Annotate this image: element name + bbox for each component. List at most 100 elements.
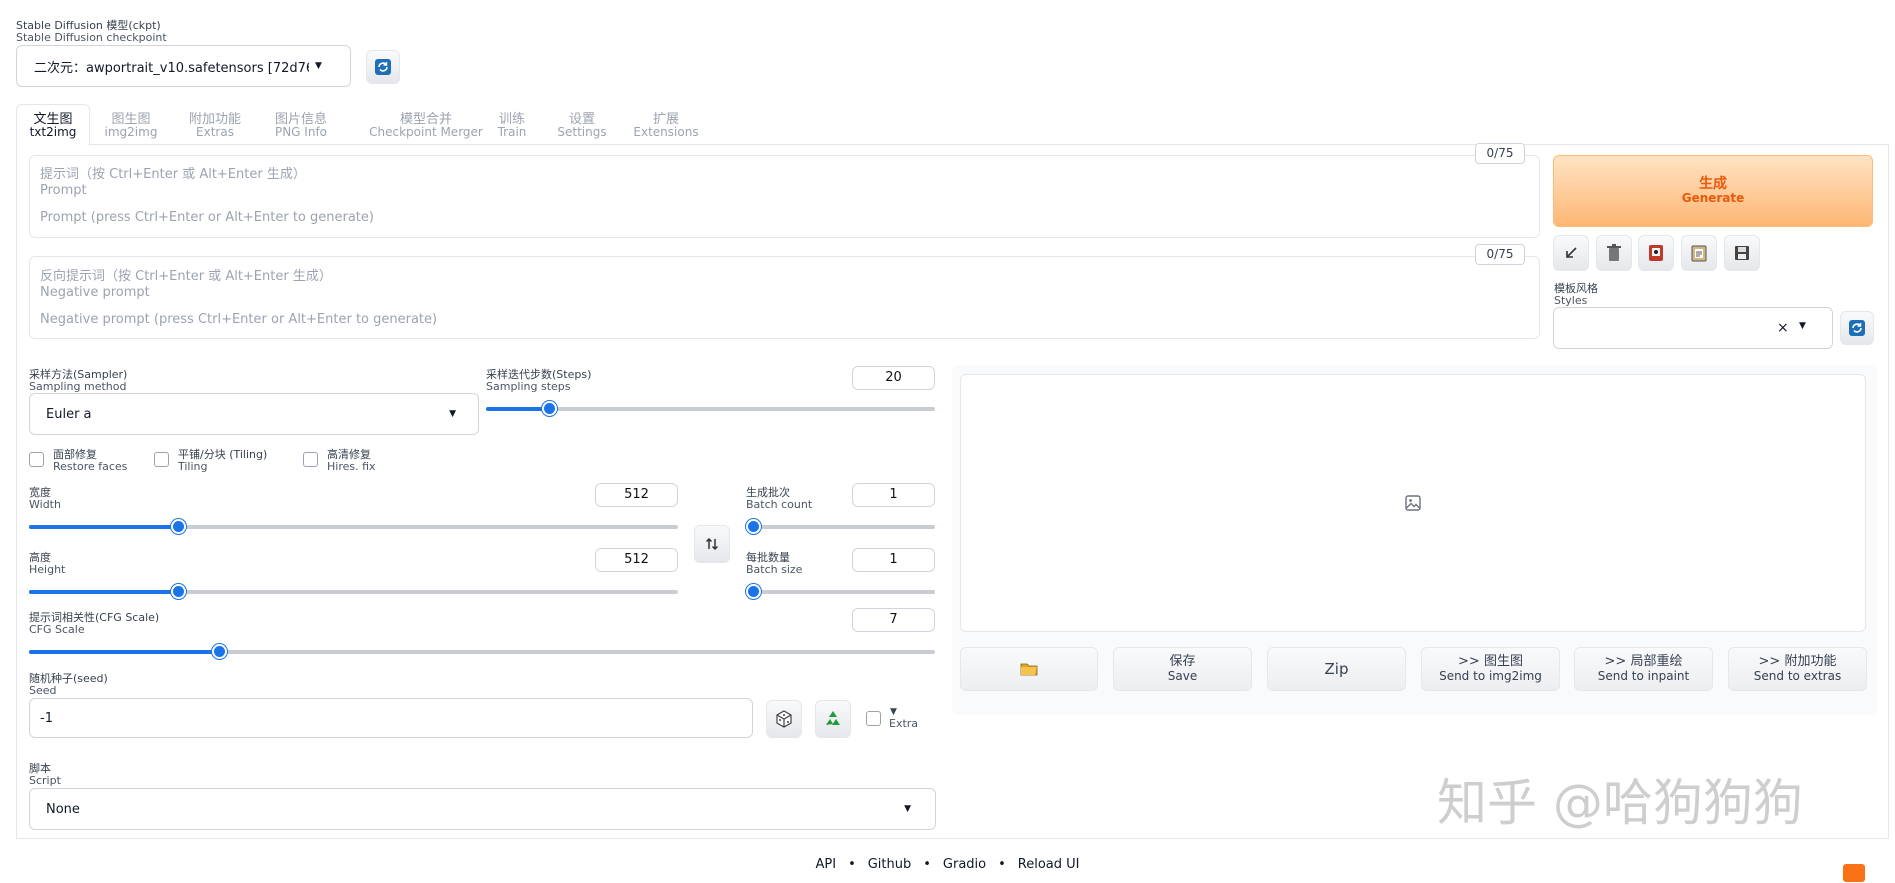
cfg-label: 提示词相关性(CFG Scale) CFG Scale	[29, 612, 159, 636]
reuse-seed-button[interactable]	[815, 700, 851, 738]
tiling-checkbox[interactable]	[154, 452, 169, 467]
send-to-img2img-button[interactable]: >> 图生图 Send to img2img	[1421, 647, 1560, 691]
steps-number-input[interactable]: 20	[852, 366, 935, 390]
tab-sub: img2img	[104, 125, 158, 139]
output-gallery[interactable]	[960, 374, 1866, 632]
width-label: 宽度 Width	[29, 487, 61, 511]
tab-extensions[interactable]: 扩展 Extensions	[630, 113, 702, 139]
slider-thumb[interactable]	[171, 519, 186, 534]
tab-extras[interactable]: 附加功能 Extras	[180, 113, 250, 139]
slider-fill	[486, 407, 549, 411]
panel-bottom-border	[16, 838, 1889, 839]
seed-label: 随机种子(seed) Seed	[29, 673, 108, 697]
button-label: 保存	[1169, 654, 1196, 669]
script-value: None	[46, 801, 80, 817]
footer-link-gradio[interactable]: Gradio	[943, 857, 986, 872]
styles-select[interactable]: × ▼	[1553, 307, 1833, 349]
slider-fill	[29, 650, 219, 654]
slider-thumb[interactable]	[212, 644, 227, 659]
checkpoint-sublabel: Stable Diffusion checkpoint	[16, 31, 167, 44]
zip-button[interactable]: Zip	[1267, 647, 1406, 691]
tab-sub: txt2img	[29, 125, 77, 139]
seed-sublabel: Seed	[29, 684, 57, 697]
slider-fill	[29, 525, 178, 529]
slider-thumb[interactable]	[746, 584, 761, 599]
footer-link-github[interactable]: Github	[868, 857, 912, 872]
tab-divider	[89, 144, 1889, 145]
cfg-number-input[interactable]: 7	[852, 608, 935, 632]
prompt-placeholder-title: 提示词（按 Ctrl+Enter 或 Alt+Enter 生成） Prompt	[40, 167, 306, 199]
width-slider[interactable]	[29, 519, 678, 534]
checkbox-sublabel: Restore faces	[53, 460, 128, 473]
clear-icon[interactable]: ×	[1777, 320, 1789, 336]
cfg-sublabel: CFG Scale	[29, 623, 85, 636]
save-style-button[interactable]	[1724, 235, 1760, 271]
tab-settings[interactable]: 设置 Settings	[555, 113, 609, 139]
restore-faces-checkbox[interactable]	[29, 452, 44, 467]
footer-separator: •	[923, 857, 931, 872]
generate-sublabel: Generate	[1681, 191, 1745, 205]
checkbox-sublabel: Tiling	[178, 460, 208, 473]
card-icon	[1649, 245, 1663, 261]
batch-size-sublabel: Batch size	[746, 563, 803, 576]
height-number-input[interactable]: 512	[595, 548, 678, 572]
refresh-checkpoint-button[interactable]	[366, 50, 400, 84]
sampler-value: Euler a	[46, 406, 92, 422]
prompt-subtitle: Prompt	[40, 183, 87, 198]
seed-input[interactable]: -1	[29, 698, 753, 738]
random-seed-button[interactable]	[766, 700, 802, 738]
panel-left-border	[16, 144, 17, 839]
height-slider[interactable]	[29, 584, 678, 599]
generate-label: 生成	[1699, 176, 1727, 192]
refresh-styles-button[interactable]	[1840, 311, 1874, 345]
button-sublabel: Send to img2img	[1439, 669, 1542, 683]
arrow-down-left-icon	[1566, 247, 1577, 258]
show-extra-networks-button[interactable]	[1638, 235, 1674, 271]
steps-slider[interactable]	[486, 401, 935, 416]
negative-subtitle: Negative prompt	[40, 285, 150, 300]
checkpoint-value: 二次元：awportrait_v10.safetensors [72d764a6	[34, 60, 309, 76]
width-number-input[interactable]: 512	[595, 483, 678, 507]
footer-link-reload-ui[interactable]: Reload UI	[1018, 857, 1080, 872]
clear-prompt-button[interactable]	[1596, 235, 1632, 271]
extra-label-text: Extra	[889, 717, 919, 730]
tab-checkpoint-merger[interactable]: 模型合并 Checkpoint Merger	[356, 113, 496, 139]
tab-img2img[interactable]: 图生图 img2img	[100, 113, 162, 139]
slider-thumb[interactable]	[746, 519, 761, 534]
trash-icon	[1607, 244, 1621, 261]
hires-fix-checkbox[interactable]	[303, 452, 318, 467]
footer-link-api[interactable]: API	[815, 857, 836, 872]
tab-label-txt2img[interactable]: 文生图 txt2img	[22, 113, 84, 139]
button-sublabel: Send to inpaint	[1597, 669, 1690, 683]
tab-sub: Checkpoint Merger	[369, 125, 483, 139]
clipboard-icon	[1691, 245, 1707, 262]
button-label: Zip	[1324, 660, 1349, 678]
seed-value: -1	[40, 710, 53, 726]
cfg-slider[interactable]	[29, 644, 935, 659]
batch-count-number-input[interactable]: 1	[852, 483, 935, 507]
swap-dimensions-button[interactable]	[694, 525, 730, 563]
open-folder-button[interactable]	[960, 647, 1098, 691]
slider-thumb[interactable]	[171, 584, 186, 599]
slider-fill	[29, 590, 178, 594]
batch-count-slider[interactable]	[746, 519, 935, 534]
read-params-button[interactable]	[1553, 235, 1589, 271]
extra-seed-checkbox[interactable]	[866, 711, 881, 726]
send-to-inpaint-button[interactable]: >> 局部重绘 Send to inpaint	[1574, 647, 1713, 691]
send-to-extras-button[interactable]: >> 附加功能 Send to extras	[1728, 647, 1867, 691]
tab-sub: PNG Info	[274, 125, 328, 139]
tab-png-info[interactable]: 图片信息 PNG Info	[266, 113, 336, 139]
tab-train[interactable]: 训练 Train	[490, 113, 534, 139]
batch-size-number-input[interactable]: 1	[852, 548, 935, 572]
refresh-icon	[1849, 320, 1865, 336]
steps-sublabel: Sampling steps	[486, 380, 571, 393]
script-select[interactable]: None ▼	[29, 788, 936, 830]
apply-style-button[interactable]	[1681, 235, 1717, 271]
checkpoint-select[interactable]: 二次元：awportrait_v10.safetensors [72d764a6…	[16, 45, 351, 87]
dice-icon	[776, 710, 792, 728]
generate-button[interactable]: 生成 Generate	[1553, 155, 1873, 227]
slider-thumb[interactable]	[542, 401, 557, 416]
sampler-select[interactable]: Euler a ▼	[29, 393, 479, 435]
save-button[interactable]: 保存 Save	[1113, 647, 1252, 691]
batch-size-slider[interactable]	[746, 584, 935, 599]
